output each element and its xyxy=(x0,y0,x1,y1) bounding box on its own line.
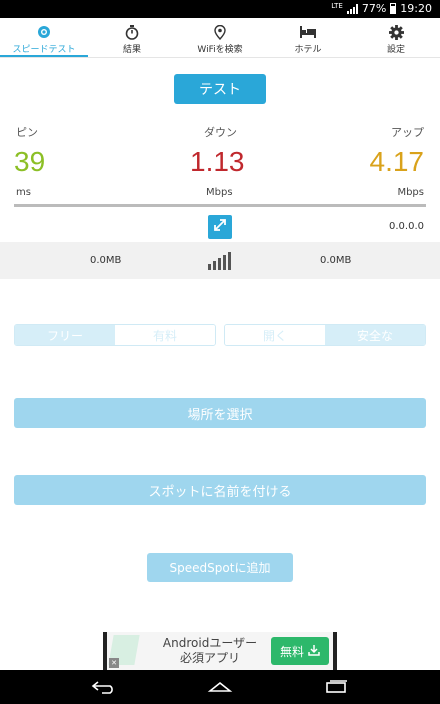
app-root: LTE 77% 19:20 スピードテスト 結果 WiFiを検索 ホテル 設定 … xyxy=(0,0,440,704)
tab-bar: スピードテスト 結果 WiFiを検索 ホテル 設定 xyxy=(0,18,440,58)
navigation-bar xyxy=(0,670,440,704)
ad-line2: 必須アプリ xyxy=(179,651,240,665)
tab-hotel[interactable]: ホテル xyxy=(264,18,352,57)
home-button[interactable] xyxy=(205,678,235,696)
status-bar: LTE 77% 19:20 xyxy=(0,0,440,18)
tab-label: 設定 xyxy=(386,45,405,55)
bed-icon xyxy=(300,24,316,40)
tab-label: ホテル xyxy=(294,45,322,55)
security-toggle: 開く 安全な xyxy=(224,324,426,346)
tab-results[interactable]: 結果 xyxy=(88,18,176,57)
price-toggle: フリー 有料 xyxy=(14,324,216,346)
ping-value: 39 xyxy=(14,146,46,177)
battery-icon xyxy=(390,3,397,14)
toggle-secure[interactable]: 安全な xyxy=(325,325,425,345)
battery-percent: 77% xyxy=(361,2,387,15)
download-unit: Mbps xyxy=(206,187,233,198)
ad-button-label: 無料 xyxy=(279,644,304,659)
tab-label: スピードテスト xyxy=(12,45,76,55)
upload-value: 4.17 xyxy=(369,146,425,177)
signal-bars-icon xyxy=(208,250,231,270)
clock: 19:20 xyxy=(400,2,432,15)
tab-settings[interactable]: 設定 xyxy=(352,18,440,57)
test-button[interactable]: テスト xyxy=(174,74,266,104)
download-icon xyxy=(308,644,320,659)
network-type: LTE xyxy=(331,1,343,10)
tab-speedtest[interactable]: スピードテスト xyxy=(0,18,88,57)
download-label: ダウン xyxy=(204,126,237,139)
upload-label: アップ xyxy=(391,126,424,139)
gear-icon xyxy=(388,24,404,40)
signal-icon xyxy=(346,3,358,14)
ad-line1: Androidユーザー xyxy=(162,636,258,650)
ad-install-button[interactable]: 無料 xyxy=(271,637,329,665)
ip-address: 0.0.0.0 xyxy=(389,221,424,232)
tab-wifi-search[interactable]: WiFiを検索 xyxy=(176,18,264,57)
stopwatch-icon xyxy=(124,24,140,40)
ad-banner[interactable]: ✕ Androidユーザー 必須アプリ 無料 xyxy=(103,632,337,670)
download-value: 1.13 xyxy=(190,146,245,177)
ad-text: Androidユーザー 必須アプリ xyxy=(151,636,269,666)
ping-label: ピン xyxy=(16,126,38,139)
data-usage-right: 0.0MB xyxy=(320,255,352,266)
progress-divider xyxy=(14,204,426,207)
ad-close-button[interactable]: ✕ xyxy=(109,658,119,668)
upload-unit: Mbps xyxy=(397,187,424,198)
data-usage-band: 0.0MB 0.0MB xyxy=(0,242,440,279)
recent-apps-button[interactable] xyxy=(321,678,351,696)
ping-unit: ms xyxy=(16,187,31,198)
tab-label: WiFiを検索 xyxy=(197,45,243,55)
location-pin-icon xyxy=(212,24,228,40)
name-spot-button[interactable]: スポットに名前を付ける xyxy=(14,475,426,505)
tab-label: 結果 xyxy=(122,45,141,55)
toggle-paid[interactable]: 有料 xyxy=(115,325,215,345)
back-button[interactable] xyxy=(89,678,119,696)
toggle-free[interactable]: フリー xyxy=(15,325,115,345)
expand-icon xyxy=(212,217,228,237)
expand-button[interactable] xyxy=(208,215,232,239)
add-speedspot-button[interactable]: SpeedSpotに追加 xyxy=(147,553,293,582)
toggle-open[interactable]: 開く xyxy=(225,325,325,345)
select-location-button[interactable]: 場所を選択 xyxy=(14,398,426,428)
data-usage-left: 0.0MB xyxy=(90,255,122,266)
speedtest-icon xyxy=(36,24,52,40)
